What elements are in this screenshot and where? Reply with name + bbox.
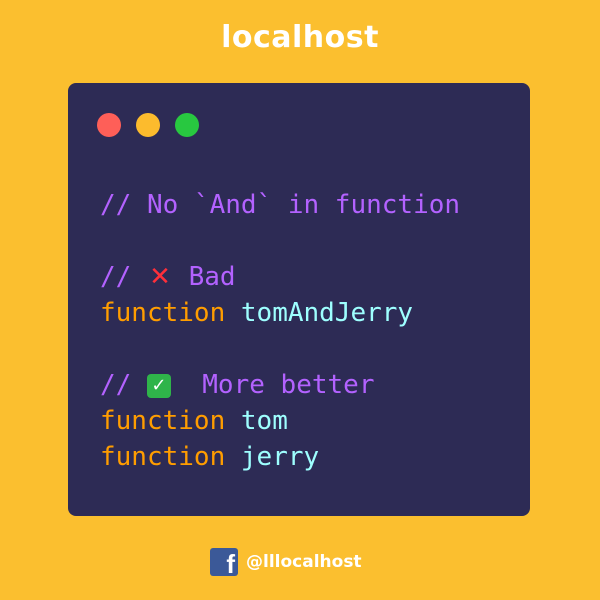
minimize-dot-icon[interactable] bbox=[136, 113, 160, 137]
footer: f @lllocalhost bbox=[210, 548, 362, 576]
cross-mark-icon: ✕ bbox=[149, 262, 171, 292]
function-keyword: function bbox=[100, 406, 226, 436]
window-controls bbox=[97, 113, 199, 137]
function-keyword: function bbox=[100, 442, 226, 472]
close-dot-icon[interactable] bbox=[97, 113, 121, 137]
code-line-heading: // No `And` in function bbox=[100, 190, 461, 220]
function-name: tomAndJerry bbox=[240, 298, 414, 328]
comment-prefix: // bbox=[100, 262, 147, 292]
social-handle[interactable]: @lllocalhost bbox=[246, 552, 362, 572]
code-window: // No `And` in function // ✕ Bad functio… bbox=[68, 83, 530, 516]
page-title: localhost bbox=[221, 20, 379, 55]
facebook-icon[interactable]: f bbox=[210, 548, 238, 576]
good-label: More better bbox=[202, 370, 375, 400]
function-keyword: function bbox=[100, 298, 226, 328]
bad-label: Bad bbox=[188, 262, 236, 292]
function-name: jerry bbox=[240, 442, 320, 472]
code-block: // No `And` in function // ✕ Bad functio… bbox=[100, 187, 460, 475]
comment-prefix: // bbox=[100, 370, 147, 400]
code-line-bad-comment: // ✕ Bad bbox=[100, 259, 460, 295]
maximize-dot-icon[interactable] bbox=[175, 113, 199, 137]
code-line-good-function-1: function tom bbox=[100, 403, 460, 439]
check-mark-icon: ✓ bbox=[146, 374, 171, 398]
code-line-bad-function: function tomAndJerry bbox=[100, 295, 460, 331]
code-line-good-comment: // ✓ More better bbox=[100, 367, 460, 403]
function-name: tom bbox=[240, 406, 288, 436]
code-line-good-function-2: function jerry bbox=[100, 439, 460, 475]
